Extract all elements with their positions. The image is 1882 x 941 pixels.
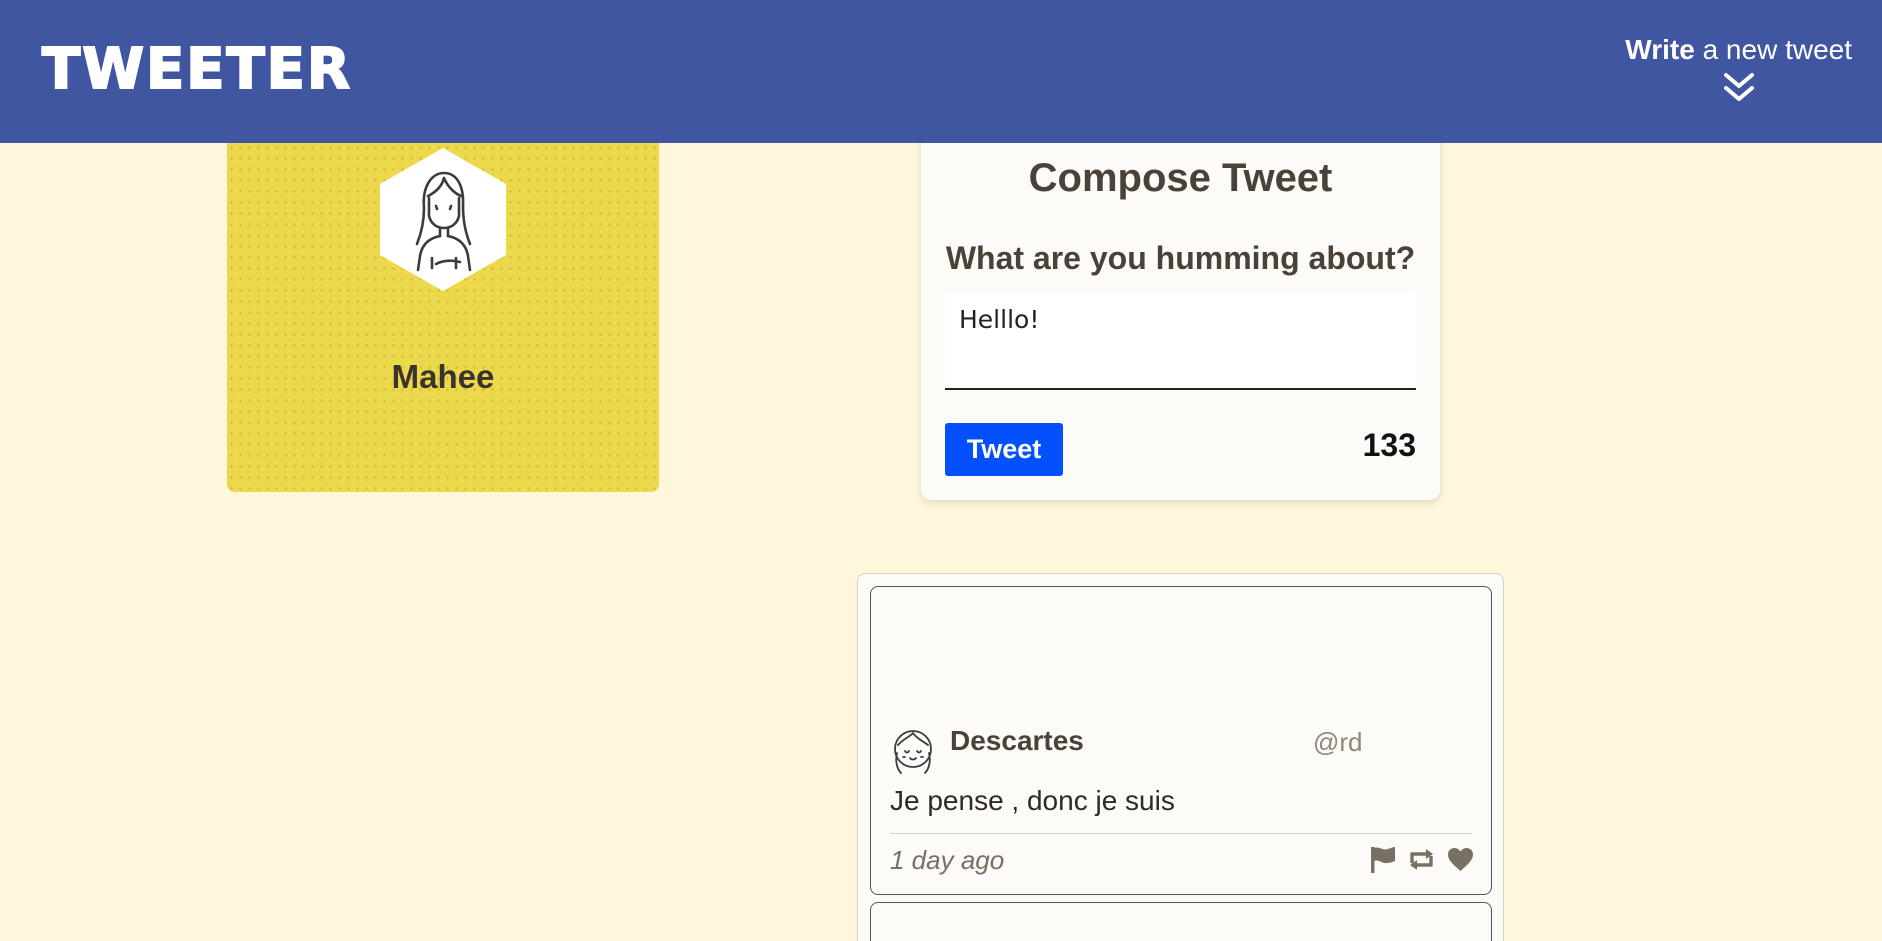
compose-prompt: What are you humming about? — [945, 240, 1416, 276]
heart-icon[interactable] — [1446, 845, 1475, 874]
tweet-textarea[interactable] — [945, 293, 1416, 390]
tweet-card: Descartes @rd Je pense , donc je suis 1 … — [870, 586, 1492, 895]
write-new-tweet-label: Write a new tweet — [1625, 34, 1852, 65]
tweet-text: Je pense , donc je suis — [890, 785, 1175, 816]
double-chevron-down-icon — [1723, 73, 1754, 101]
compose-tweet-panel: Compose Tweet What are you humming about… — [921, 120, 1440, 500]
tweet-author-handle: @rd — [1313, 727, 1363, 757]
tweet-divider — [890, 833, 1472, 834]
tweets-container: Descartes @rd Je pense , donc je suis 1 … — [857, 573, 1504, 941]
flag-icon[interactable] — [1368, 845, 1397, 874]
tweet-avatar — [894, 730, 932, 774]
tweet-button[interactable]: Tweet — [945, 423, 1063, 476]
char-counter: 133 — [1362, 427, 1416, 463]
tweet-actions — [1368, 845, 1475, 874]
write-new-tweet-button[interactable]: Write a new tweet — [1625, 30, 1852, 104]
app-logo[interactable]: TWEETER — [41, 39, 352, 101]
compose-title: Compose Tweet — [1028, 156, 1333, 200]
tweet-card — [870, 902, 1492, 941]
profile-avatar — [380, 148, 506, 291]
tweet-timestamp: 1 day ago — [890, 845, 1005, 875]
profile-card: Mahee — [227, 120, 659, 492]
tweet-author-name: Descartes — [950, 725, 1084, 756]
retweet-icon[interactable] — [1407, 845, 1436, 874]
profile-name: Mahee — [391, 358, 495, 395]
top-nav: TWEETER Write a new tweet — [0, 0, 1882, 143]
